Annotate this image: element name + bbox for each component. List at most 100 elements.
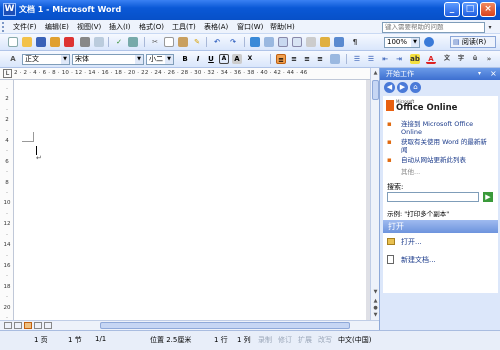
menu-window[interactable]: 窗口(W) [237,22,263,32]
increase-indent-icon[interactable]: ⇥ [394,54,404,64]
forward-icon[interactable]: ▶ [397,82,408,93]
line-spacing-icon[interactable] [330,54,340,64]
close-icon[interactable]: × [490,68,497,80]
show-hide-icon[interactable]: ¶ [350,37,360,47]
link-latest-news[interactable]: 获取有关使用 Word 的最新新闻 [401,138,493,154]
phonetic-guide-icon[interactable]: ü [470,54,480,64]
numbering-icon[interactable]: ☰ [352,54,362,64]
new-document-icon[interactable] [8,37,18,47]
styles-formatting-icon[interactable]: A [8,54,18,64]
style-select[interactable]: 正文 ▼ [22,54,70,65]
next-page-icon[interactable]: ▼ [372,312,379,319]
font-select[interactable]: 宋体 ▼ [72,54,144,65]
character-border-icon[interactable]: A [219,54,229,64]
character-shading-icon[interactable]: A [232,54,242,64]
status-overtype[interactable]: 改写 [318,335,332,345]
status-extend[interactable]: 扩展 [298,335,312,345]
menu-view[interactable]: 视图(V) [77,22,101,32]
drawing-icon[interactable] [320,37,330,47]
spelling-icon[interactable]: ✓ [114,37,124,47]
font-color-icon[interactable]: A [426,54,436,64]
help-icon[interactable] [424,37,434,47]
mail-icon[interactable] [64,37,74,47]
menu-tools[interactable]: 工具(T) [172,22,196,32]
print-view-icon[interactable] [24,322,32,329]
undo-icon[interactable]: ↶ [212,37,222,47]
copy-icon[interactable] [164,37,174,47]
word-app-icon[interactable]: W [3,3,16,16]
menu-edit[interactable]: 编辑(E) [45,22,69,32]
menu-format[interactable]: 格式(O) [139,22,164,32]
columns-icon[interactable] [306,37,316,47]
tables-borders-icon[interactable] [264,37,274,47]
document-page[interactable]: ↵ [14,80,366,320]
search-go-icon[interactable]: ▶ [483,192,493,202]
redo-icon[interactable]: ↷ [228,37,238,47]
paste-icon[interactable] [178,37,188,47]
office-online-logo[interactable]: Microsoft Office Online [386,99,457,114]
cut-icon[interactable]: ✂ [150,37,160,47]
search-input[interactable] [387,192,479,202]
document-area[interactable]: ↵ [14,80,370,320]
more-link[interactable]: 其他... [401,168,420,176]
reading-view-icon[interactable] [44,322,52,329]
scroll-up-icon[interactable]: ▲ [372,69,379,78]
help-dropdown-icon[interactable]: ▾ [485,22,495,33]
italic-button[interactable]: I [193,54,203,64]
justify-icon[interactable]: ≡ [276,54,286,64]
distributed-icon[interactable]: ≡ [315,54,325,64]
format-painter-icon[interactable]: ✎ [192,37,202,47]
horizontal-scrollbar[interactable] [0,320,379,330]
reading-layout-button[interactable]: ▤ 阅读(R) [450,36,496,48]
outline-view-icon[interactable] [34,322,42,329]
enclose-characters-icon[interactable]: 字 [456,54,466,64]
bullets-icon[interactable]: ☰ [366,54,376,64]
new-document-link[interactable]: 新建文档... [401,255,436,265]
permission-icon[interactable] [50,37,60,47]
vertical-scrollbar[interactable]: ▲ ▼ ▲ ● ▼ [370,68,379,320]
asian-layout-icon[interactable]: 文 [442,54,452,64]
zoom-select[interactable]: 100% ▼ [384,37,420,48]
status-record[interactable]: 录制 [258,335,272,345]
tab-selector-icon[interactable]: L [3,69,12,78]
menu-file[interactable]: 文件(F) [13,22,37,32]
print-icon[interactable] [80,37,90,47]
menu-table[interactable]: 表格(A) [204,22,228,32]
scroll-thumb[interactable] [372,80,379,100]
hyperlink-icon[interactable] [250,37,260,47]
horizontal-scroll-thumb[interactable] [100,322,350,329]
align-right-icon[interactable]: ≡ [302,54,312,64]
web-view-icon[interactable] [14,322,22,329]
select-browse-object-icon[interactable]: ● [372,305,379,312]
save-icon[interactable] [36,37,46,47]
highlight-icon[interactable]: ab [410,54,420,64]
character-scaling-icon[interactable]: X [245,54,255,64]
underline-button[interactable]: U [206,54,216,64]
help-search-input[interactable]: 键入需要帮助的问题 [382,22,485,33]
close-button[interactable]: × [480,2,496,17]
align-center-icon[interactable]: ≡ [289,54,299,64]
insert-table-icon[interactable] [278,37,288,47]
horizontal-ruler[interactable]: L 2 · 2 · 4 · 6 · 8 · 10 · 12 · 14 · 16 … [0,68,378,80]
scroll-down-icon[interactable]: ▼ [372,288,379,297]
font-size-select[interactable]: 小二 ▼ [146,54,174,65]
maximize-button[interactable]: □ [462,2,478,17]
document-map-icon[interactable] [334,37,344,47]
minimize-button[interactable]: _ [444,2,460,17]
back-icon[interactable]: ◀ [384,82,395,93]
link-connect-office-online[interactable]: 连接到 Microsoft Office Online [401,120,493,136]
open-icon[interactable] [22,37,32,47]
print-preview-icon[interactable] [94,37,104,47]
open-file-link[interactable]: 打开... [401,237,422,247]
previous-page-icon[interactable]: ▲ [372,298,379,305]
decrease-indent-icon[interactable]: ⇤ [380,54,390,64]
menu-help[interactable]: 帮助(H) [270,22,295,32]
toolbar-grip[interactable] [2,22,5,32]
bold-button[interactable]: B [180,54,190,64]
normal-view-icon[interactable] [4,322,12,329]
status-track[interactable]: 修订 [278,335,292,345]
menu-insert[interactable]: 插入(I) [109,22,131,32]
chevron-down-icon[interactable]: ▾ [478,68,481,80]
insert-excel-icon[interactable] [292,37,302,47]
home-icon[interactable]: ⌂ [410,82,421,93]
